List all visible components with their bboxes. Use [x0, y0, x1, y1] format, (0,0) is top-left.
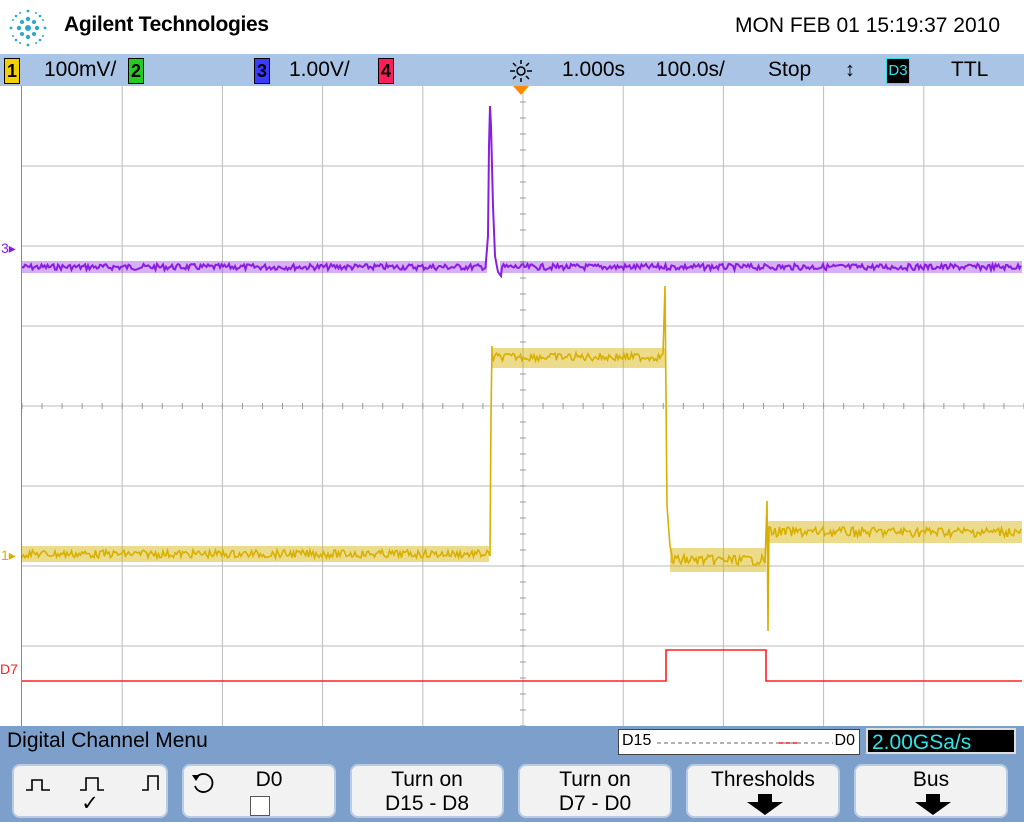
waveform-display[interactable] — [21, 86, 1024, 726]
status-bar: 1 100mV/ 2 3 1.00V/ 4 1.000s 100.0s/ Sto… — [0, 54, 1024, 86]
threshold-type-softkey[interactable]: ✓ — [12, 764, 168, 818]
digital-d7-waveform — [22, 649, 1022, 682]
digital-channel-dashes — [657, 742, 833, 744]
channel-3-waveform — [22, 105, 1022, 279]
sample-rate: 2.00GSa/s — [866, 728, 1016, 754]
agilent-logo-icon — [9, 9, 47, 47]
timebase-scale: 100.0s/ — [656, 58, 725, 81]
horizontal-delay-icon — [510, 60, 532, 82]
channel-1-ground-marker[interactable]: 1▸ — [1, 548, 16, 562]
channel-2-indicator[interactable]: 2 — [128, 58, 144, 84]
channel-1-indicator[interactable]: 1 — [4, 58, 20, 84]
graticule — [22, 86, 1024, 726]
pulse-icons — [26, 775, 159, 791]
channel-1-scale: 100mV/ — [44, 58, 117, 81]
bus-softkey[interactable]: Bus — [854, 764, 1008, 818]
channel-3-ground-marker[interactable]: 3▸ — [1, 241, 16, 255]
trigger-level: TTL — [951, 58, 989, 81]
menu-title: Digital Channel Menu — [7, 729, 208, 752]
turn-on-d15-d8-softkey[interactable]: Turn on D15 - D8 — [350, 764, 504, 818]
channel-3-noise-band — [22, 261, 487, 273]
channel-3-scale: 1.00V/ — [289, 58, 350, 81]
softkey-menu: Digital Channel Menu D15 D0 2.00GSa/s ✓ … — [0, 726, 1024, 822]
date-time: MON FEB 01 15:19:37 2010 — [735, 14, 1000, 37]
submenu-arrow-icon — [747, 794, 783, 815]
channel-1-waveform — [22, 285, 1022, 632]
channel-3-indicator[interactable]: 3 — [254, 58, 270, 84]
channel-3-noise-band — [500, 261, 1022, 273]
submenu-arrow-icon — [915, 794, 951, 815]
run-state: Stop — [768, 58, 812, 81]
channel-4-indicator[interactable]: 4 — [378, 58, 394, 84]
digital-channel-indicator: D15 D0 — [618, 729, 860, 755]
turn-on-d7-d0-softkey[interactable]: Turn on D7 - D0 — [518, 764, 672, 818]
horizontal-delay: 1.000s — [562, 58, 626, 81]
trigger-position-icon — [513, 86, 529, 95]
trigger-slope-icon: ↕ — [845, 59, 855, 81]
header-bar: Agilent Technologies MON FEB 01 15:19:37… — [0, 0, 1024, 54]
brand-name: Agilent Technologies — [64, 13, 269, 36]
trigger-source[interactable]: D3 — [886, 58, 910, 84]
channel-checkbox[interactable] — [250, 796, 270, 816]
thresholds-softkey[interactable]: Thresholds — [686, 764, 840, 818]
digital-d7-marker[interactable]: D7 — [0, 662, 18, 676]
channel-select-softkey[interactable]: D0 — [182, 764, 336, 818]
